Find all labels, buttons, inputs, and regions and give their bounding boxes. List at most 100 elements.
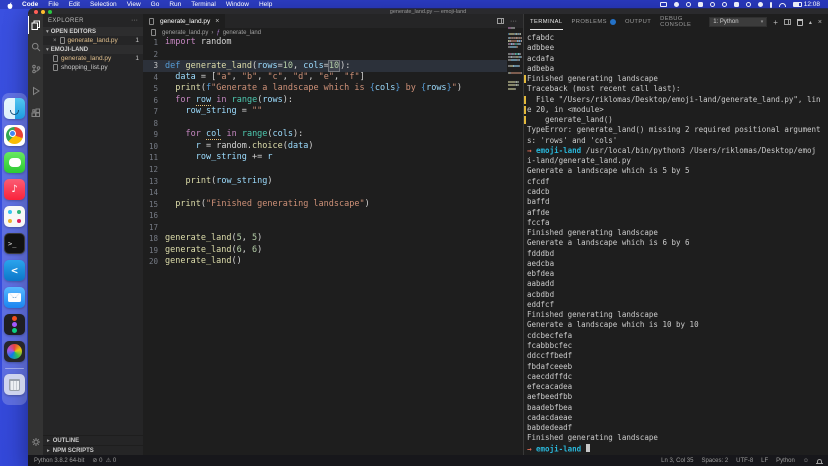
kill-terminal-icon[interactable] — [797, 19, 803, 26]
encoding-status[interactable]: UTF-8 — [736, 458, 753, 464]
close-tab-icon[interactable]: × — [215, 18, 219, 25]
cursor-position-status[interactable]: Ln 3, Col 35 — [661, 458, 693, 464]
vscode-dock-icon[interactable]: < — [4, 260, 25, 281]
finder-dock-icon[interactable] — [4, 98, 25, 119]
meet-icon[interactable] — [698, 2, 703, 7]
extensions-icon[interactable] — [28, 102, 43, 124]
menu-item-view[interactable]: View — [122, 1, 146, 8]
code-line-7[interactable]: 7 row_string = "" — [143, 106, 507, 118]
chat-icon[interactable] — [734, 2, 739, 7]
menu-item-run[interactable]: Run — [164, 1, 186, 8]
code-line-9[interactable]: 9 for col in range(cols): — [143, 129, 507, 141]
token-var: rows — [426, 83, 446, 93]
code-line-12[interactable]: 12 — [143, 164, 507, 176]
python-interpreter-status[interactable]: Python 3.8.2 64-bit — [34, 458, 84, 464]
manage-gear-icon[interactable] — [28, 431, 43, 453]
battery-icon[interactable] — [793, 2, 802, 7]
slack-dock-icon[interactable] — [4, 206, 25, 227]
wifi-icon[interactable] — [779, 3, 786, 7]
split-editor-icon[interactable] — [497, 18, 504, 24]
open-editors-section[interactable]: ▾ OPEN EDITORS — [43, 27, 143, 36]
code-line-3[interactable]: 3def generate_land(rows=10, cols=10): — [143, 60, 507, 72]
code-line-4[interactable]: 4 data = ["a", "b", "c", "d", "e", "f"] — [143, 72, 507, 84]
code-line-17[interactable]: 17 — [143, 222, 507, 234]
menu-item-edit[interactable]: Edit — [64, 1, 85, 8]
code-line-1[interactable]: 1import random — [143, 37, 507, 49]
explorer-icon[interactable] — [28, 14, 43, 36]
minimap[interactable] — [508, 27, 521, 455]
chrome-dock-icon[interactable] — [4, 125, 25, 146]
function-symbol-icon: ƒ — [216, 30, 219, 36]
control-center-icon[interactable] — [746, 2, 751, 7]
menubar-clock[interactable]: 12:08 — [804, 1, 820, 8]
code-line-5[interactable]: 5 print(f"Generate a landscape which is … — [143, 83, 507, 95]
editor-more-actions-icon[interactable]: ··· — [510, 18, 517, 25]
search-icon[interactable] — [28, 36, 43, 58]
code-line-15[interactable]: 15 print("Finished generating landscape"… — [143, 199, 507, 211]
panel-tab-output[interactable]: OUTPUT — [625, 14, 651, 30]
menu-item-selection[interactable]: Selection — [85, 1, 122, 8]
split-terminal-icon[interactable] — [784, 19, 791, 25]
menu-item-code[interactable]: Code — [17, 1, 43, 8]
maximize-panel-icon[interactable]: ▴ — [809, 19, 812, 26]
close-panel-icon[interactable]: × — [818, 19, 822, 26]
mail-dock-icon[interactable] — [4, 287, 25, 308]
new-terminal-icon[interactable]: + — [773, 18, 778, 27]
panel-tab-terminal[interactable]: TERMINAL — [530, 14, 563, 30]
file-item-generate_land.py[interactable]: ×generate_land.py1 — [43, 36, 143, 45]
language-mode-status[interactable]: Python — [776, 458, 795, 464]
code-line-19[interactable]: 19generate_land(6, 6) — [143, 245, 507, 257]
phone-icon[interactable] — [758, 2, 763, 7]
run-debug-icon[interactable] — [28, 80, 43, 102]
code-area[interactable]: 1import random23def generate_land(rows=1… — [143, 37, 507, 455]
apple-menu-icon[interactable] — [7, 2, 13, 8]
menu-item-terminal[interactable]: Terminal — [186, 1, 221, 8]
code-line-2[interactable]: 2 — [143, 49, 507, 61]
explorer-more-actions-icon[interactable]: ··· — [131, 17, 138, 24]
code-line-11[interactable]: 11 row_string += r — [143, 152, 507, 164]
feedback-smiley-icon[interactable]: ☺ — [803, 458, 809, 464]
notifications-bell-icon[interactable] — [817, 459, 822, 463]
problems-status[interactable]: ⊘ 0 ⚠ 0 — [92, 457, 116, 464]
code-line-14[interactable]: 14 — [143, 187, 507, 199]
eol-status[interactable]: LF — [761, 458, 768, 464]
do-not-disturb-icon[interactable] — [674, 2, 679, 7]
file-item-generate_land.py[interactable]: generate_land.py1 — [43, 54, 143, 63]
file-item-shopping_list.py[interactable]: shopping_list.py — [43, 63, 143, 72]
code-line-16[interactable]: 16 — [143, 210, 507, 222]
code-line-20[interactable]: 20generate_land() — [143, 256, 507, 268]
code-line-18[interactable]: 18generate_land(5, 5) — [143, 233, 507, 245]
close-editor-icon[interactable]: × — [53, 38, 57, 44]
panel-tab-debug-console[interactable]: DEBUG CONSOLE — [660, 14, 700, 30]
folder-section[interactable]: ▾ EMOJI-LAND — [43, 45, 143, 54]
photos-dock-icon[interactable] — [4, 341, 25, 362]
code-line-10[interactable]: 10 r = random.choice(data) — [143, 141, 507, 153]
menu-item-window[interactable]: Window — [221, 1, 254, 8]
search-icon[interactable] — [722, 2, 727, 7]
panel-tab-problems[interactable]: PROBLEMS — [572, 14, 616, 30]
code-line-8[interactable]: 8 — [143, 118, 507, 130]
section-npm-scripts[interactable]: ▸NPM SCRIPTS — [43, 445, 143, 455]
section-outline[interactable]: ▸OUTLINE — [43, 435, 143, 445]
record-icon[interactable] — [686, 2, 691, 7]
code-line-13[interactable]: 13 print(row_string) — [143, 176, 507, 188]
menu-item-file[interactable]: File — [43, 1, 63, 8]
messages-dock-icon[interactable] — [4, 152, 25, 173]
bluetooth-icon[interactable] — [770, 2, 772, 8]
indentation-status[interactable]: Spaces: 2 — [701, 458, 728, 464]
figma-dock-icon[interactable] — [4, 314, 25, 335]
music-dock-icon[interactable]: ♪ — [4, 179, 25, 200]
screen-mirroring-icon[interactable] — [660, 2, 667, 7]
terminal-dock-icon[interactable]: >_ — [4, 233, 25, 254]
minimap-line — [508, 81, 521, 83]
menu-item-help[interactable]: Help — [254, 1, 277, 8]
code-line-6[interactable]: 6 for row in range(rows): — [143, 95, 507, 107]
sync-icon[interactable] — [710, 2, 715, 7]
source-control-icon[interactable] — [28, 58, 43, 80]
shell-selector-dropdown[interactable]: 1: Python ▾ — [709, 17, 767, 27]
trash-dock-icon[interactable] — [4, 374, 25, 395]
tab-generate-land[interactable]: generate_land.py × — [143, 14, 226, 28]
terminal-output[interactable]: cfabdcadbbeeacdafaadbebaFinished generat… — [527, 33, 828, 455]
menu-item-go[interactable]: Go — [146, 1, 165, 8]
breadcrumb[interactable]: generate_land.py › ƒ generate_land — [143, 28, 523, 37]
